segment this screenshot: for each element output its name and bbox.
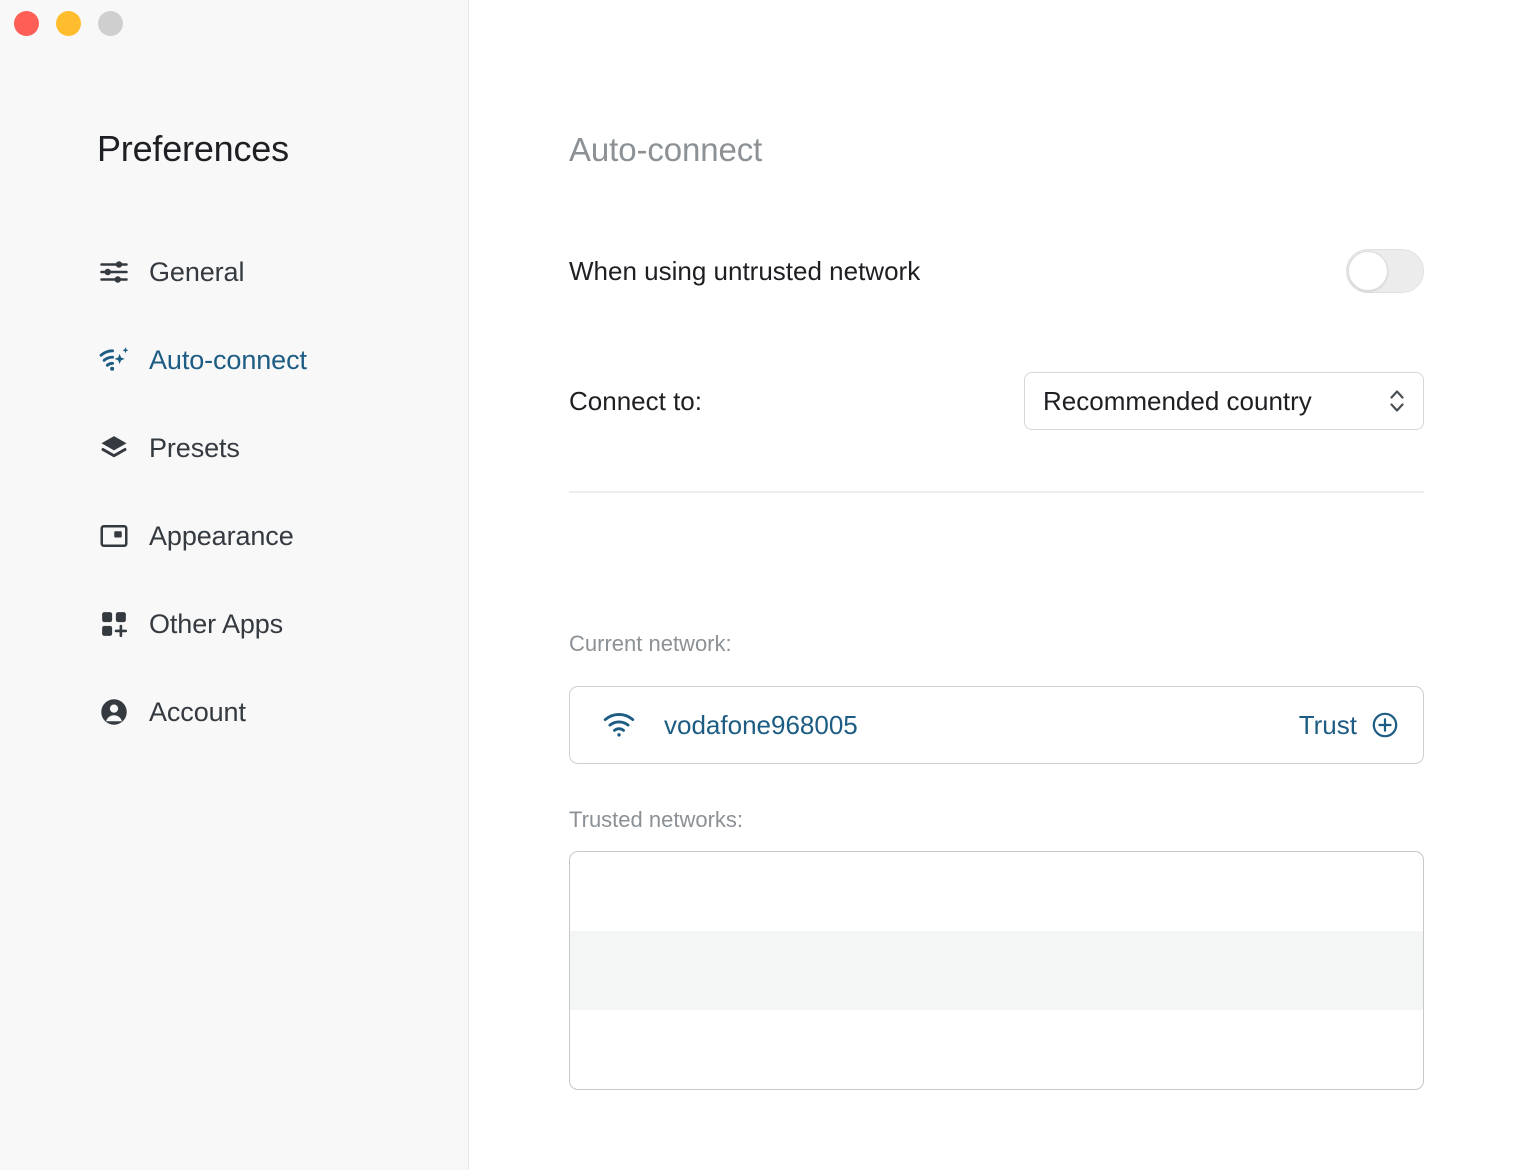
untrusted-network-label: When using untrusted network	[569, 255, 921, 286]
trusted-networks-label: Trusted networks:	[569, 807, 744, 832]
sidebar-nav: General Auto-connect Presets Appearance …	[97, 248, 427, 736]
sidebar-item-label: Account	[149, 696, 246, 727]
minimize-window-button[interactable]	[56, 11, 81, 36]
main-content: Auto-connect When using untrusted networ…	[469, 0, 1522, 1170]
sidebar-item-label: Other Apps	[149, 608, 284, 639]
list-item[interactable]	[570, 931, 1423, 1010]
layers-icon	[97, 431, 131, 465]
connect-to-label: Connect to:	[569, 385, 702, 416]
trust-network-button[interactable]: Trust	[1299, 710, 1399, 741]
wifi-icon	[602, 708, 636, 742]
current-network-ssid: vodafone968005	[664, 709, 858, 740]
connect-to-select[interactable]: Recommended country	[1024, 372, 1424, 430]
person-circle-icon	[97, 695, 131, 729]
plus-circle-icon	[1371, 711, 1399, 739]
untrusted-network-toggle[interactable]	[1346, 249, 1424, 293]
sidebar-item-label: Presets	[149, 432, 240, 463]
section-divider	[569, 491, 1424, 493]
window-controls	[14, 11, 123, 36]
sidebar-item-account[interactable]: Account	[97, 688, 427, 736]
page-title: Preferences	[97, 128, 289, 169]
sidebar-item-general[interactable]: General	[97, 248, 427, 296]
window-panel-icon	[97, 519, 131, 553]
grid-plus-icon	[97, 607, 131, 641]
trusted-networks-list[interactable]	[569, 851, 1424, 1090]
chevron-up-down-icon	[1387, 385, 1407, 417]
sidebar-item-presets[interactable]: Presets	[97, 424, 427, 472]
current-network-row: vodafone968005 Trust	[569, 686, 1424, 764]
sidebar-item-appearance[interactable]: Appearance	[97, 512, 427, 560]
toggle-knob	[1348, 251, 1388, 291]
sidebar-item-auto-connect[interactable]: Auto-connect	[97, 336, 427, 384]
list-item[interactable]	[570, 852, 1423, 931]
current-network-label: Current network:	[569, 631, 732, 656]
sidebar: Preferences General Auto-connect Presets…	[0, 0, 469, 1170]
section-title: Auto-connect	[569, 131, 763, 168]
list-item[interactable]	[570, 1010, 1423, 1089]
zoom-window-button	[98, 11, 123, 36]
sidebar-item-label: Auto-connect	[149, 344, 307, 375]
trust-button-label: Trust	[1298, 709, 1357, 740]
sidebar-item-label: General	[149, 256, 245, 287]
wifi-sparkle-icon	[97, 343, 131, 377]
sidebar-item-other-apps[interactable]: Other Apps	[97, 600, 427, 648]
sliders-icon	[97, 255, 131, 289]
untrusted-network-row: When using untrusted network	[569, 248, 1424, 294]
close-window-button[interactable]	[14, 11, 39, 36]
preferences-window: Preferences General Auto-connect Presets…	[0, 0, 1522, 1170]
connect-to-selected-value: Recommended country	[1043, 385, 1312, 416]
connect-to-row: Connect to: Recommended country	[569, 372, 1424, 430]
sidebar-item-label: Appearance	[149, 520, 294, 551]
